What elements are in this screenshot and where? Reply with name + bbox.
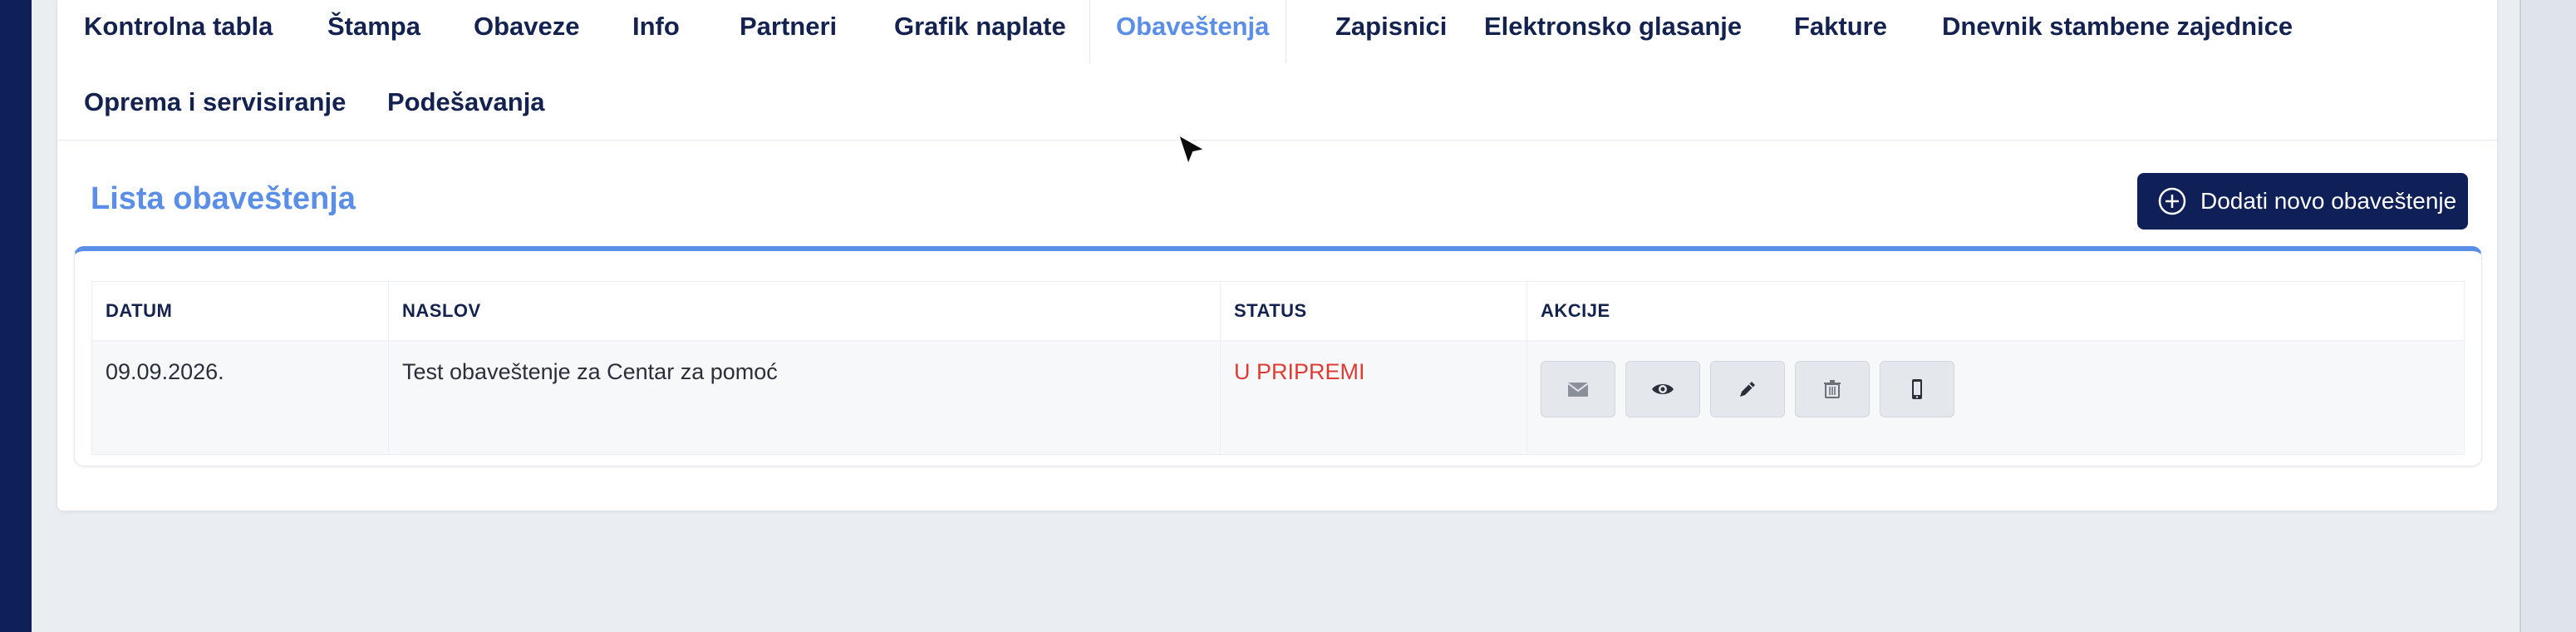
tab-divider (1089, 0, 1090, 63)
tab-zapisnici[interactable]: Zapisnici (1335, 12, 1447, 42)
column-header-naslov[interactable]: NASLOV (388, 281, 1221, 341)
column-header-datum[interactable]: DATUM (91, 281, 389, 341)
page-title: Lista obaveštenja (91, 181, 356, 216)
pencil-icon (1740, 382, 1755, 397)
content-card: Kontrolna tabla Štampa Obaveze Info Part… (57, 0, 2498, 511)
delete-button[interactable] (1795, 361, 1870, 417)
row-title: Test obaveštenje za Centar za pomoć (388, 340, 1221, 455)
view-button[interactable] (1625, 361, 1700, 417)
table-header-row: DATUM NASLOV STATUS AKCIJE (91, 281, 2465, 341)
tab-fakture[interactable]: Fakture (1794, 12, 1887, 42)
edit-button[interactable] (1710, 361, 1785, 417)
column-header-status[interactable]: STATUS (1220, 281, 1527, 341)
trash-icon (1824, 380, 1841, 398)
tab-podesavanja[interactable]: Podešavanja (387, 87, 545, 117)
tab-oprema-i-servisiranje[interactable]: Oprema i servisiranje (84, 87, 346, 117)
status-badge: U PRIPREMI (1220, 340, 1527, 455)
scrollbar-track[interactable] (2519, 0, 2576, 632)
plus-circle-icon (2157, 186, 2187, 216)
notifications-table: DATUM NASLOV STATUS AKCIJE 09.09.2026. T… (91, 281, 2465, 455)
tab-bar: Kontrolna tabla Štampa Obaveze Info Part… (57, 0, 2497, 141)
eye-icon (1652, 384, 1674, 394)
notifications-panel: DATUM NASLOV STATUS AKCIJE 09.09.2026. T… (74, 246, 2482, 467)
send-email-button[interactable] (1541, 361, 1615, 417)
tab-obavestenja[interactable]: Obaveštenja (1116, 12, 1269, 42)
add-notification-label: Dodati novo obaveštenje (2200, 188, 2457, 214)
row-date: 09.09.2026. (91, 340, 389, 455)
envelope-icon (1567, 383, 1589, 397)
column-header-akcije: AKCIJE (1526, 281, 2465, 341)
row-actions (1526, 340, 2465, 455)
tab-info[interactable]: Info (632, 12, 680, 42)
table-row: 09.09.2026. Test obaveštenje za Centar z… (91, 340, 2465, 455)
mobile-notification-button[interactable] (1880, 361, 1954, 417)
tab-kontrolna-tabla[interactable]: Kontrolna tabla (84, 12, 273, 42)
add-notification-button[interactable]: Dodati novo obaveštenje (2137, 173, 2468, 230)
tab-grafik-naplate[interactable]: Grafik naplate (894, 12, 1066, 42)
sidebar-edge (0, 0, 32, 632)
mobile-icon (1912, 379, 1922, 399)
tab-obaveze[interactable]: Obaveze (474, 12, 580, 42)
tab-elektronsko-glasanje[interactable]: Elektronsko glasanje (1484, 12, 1742, 42)
tab-partneri[interactable]: Partneri (740, 12, 837, 42)
tab-dnevnik-stambene-zajednice[interactable]: Dnevnik stambene zajednice (1942, 12, 2293, 42)
mouse-cursor-icon (1177, 134, 1206, 165)
tab-stampa[interactable]: Štampa (327, 12, 420, 42)
